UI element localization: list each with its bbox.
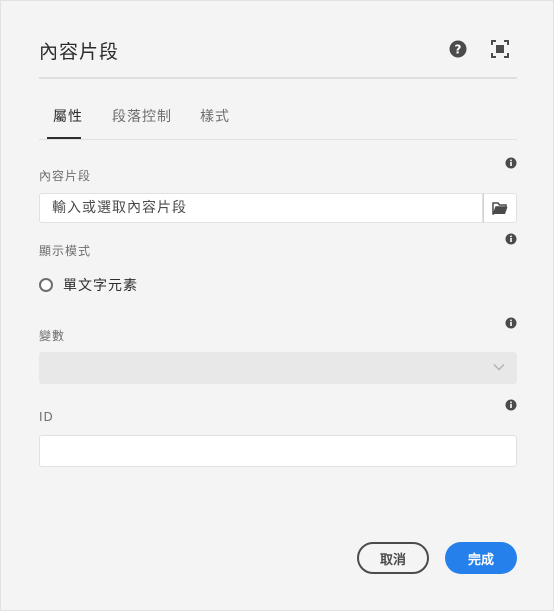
active-tab-indicator xyxy=(47,137,81,139)
tab-list: 屬性 段落控制 樣式 xyxy=(39,93,517,140)
id-input[interactable] xyxy=(39,435,517,467)
info-icon[interactable] xyxy=(505,233,517,245)
info-icon[interactable] xyxy=(505,399,517,411)
radio-label: 單文字元素 xyxy=(63,278,138,294)
info-icon[interactable] xyxy=(505,317,517,329)
done-button[interactable]: 完成 xyxy=(445,542,517,574)
fullscreen-icon[interactable] xyxy=(491,40,509,58)
content-fragment-input[interactable]: 輸入或選取內容片段 xyxy=(39,193,483,223)
chevron-down-icon xyxy=(493,363,505,371)
info-icon[interactable] xyxy=(505,157,517,169)
variation-select[interactable] xyxy=(39,352,517,384)
svg-text:?: ? xyxy=(455,43,462,57)
browse-button[interactable] xyxy=(483,193,517,223)
variation-label: 變數 xyxy=(39,329,66,343)
tab-properties[interactable]: 屬性 xyxy=(53,106,83,126)
folder-icon xyxy=(492,201,508,215)
cancel-button[interactable]: 取消 xyxy=(357,542,429,574)
content-fragment-label: 內容片段 xyxy=(39,169,92,183)
tab-paragraph-control[interactable]: 段落控制 xyxy=(112,106,172,126)
dialog-title: 內容片段 xyxy=(39,41,120,63)
dialog-header: 內容片段 ? xyxy=(39,27,517,79)
content-fragment-dialog: 內容片段 ? 屬性 段落控制 樣式 內容片段 輸入或選取內容片段 顯示模式 單文… xyxy=(0,0,554,611)
display-mode-label: 顯示模式 xyxy=(39,244,92,258)
single-text-element-radio[interactable]: 單文字元素 xyxy=(39,276,138,294)
id-label: ID xyxy=(39,410,54,424)
tab-styles[interactable]: 樣式 xyxy=(200,106,230,126)
radio-button[interactable] xyxy=(39,278,53,292)
help-circle-icon[interactable]: ? xyxy=(449,40,467,58)
